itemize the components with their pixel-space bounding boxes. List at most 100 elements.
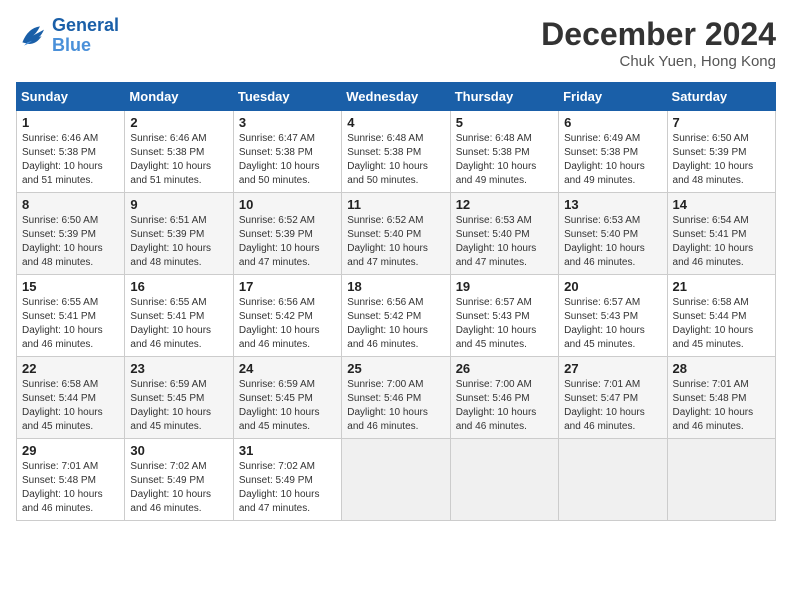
table-row: 27 Sunrise: 7:01 AM Sunset: 5:47 PM Dayli… — [559, 357, 667, 439]
day-number: 7 — [673, 115, 770, 130]
day-number: 11 — [347, 197, 444, 212]
table-row: 26 Sunrise: 7:00 AM Sunset: 5:46 PM Dayli… — [450, 357, 558, 439]
calendar-week-row: 8Sunrise: 6:50 AM Sunset: 5:39 PM Daylig… — [17, 193, 776, 275]
table-row: 17 Sunrise: 6:56 AM Sunset: 5:42 PM Dayli… — [233, 275, 341, 357]
col-friday: Friday — [559, 83, 667, 111]
table-row: 31 Sunrise: 7:02 AM Sunset: 5:49 PM Dayli… — [233, 439, 341, 521]
table-row: 24 Sunrise: 6:59 AM Sunset: 5:45 PM Dayli… — [233, 357, 341, 439]
logo-general: General — [52, 15, 119, 35]
table-row — [450, 439, 558, 521]
calendar-week-row: 22Sunrise: 6:58 AM Sunset: 5:44 PM Dayli… — [17, 357, 776, 439]
day-info: Sunrise: 6:47 AM Sunset: 5:38 PM Dayligh… — [239, 132, 336, 188]
col-tuesday: Tuesday — [233, 83, 341, 111]
day-info: Sunrise: 6:57 AM Sunset: 5:43 PM Dayligh… — [564, 296, 661, 352]
table-row: 5 Sunrise: 6:48 AM Sunset: 5:38 PM Daylig… — [450, 111, 558, 193]
day-number: 30 — [130, 443, 227, 458]
day-info: Sunrise: 6:56 AM Sunset: 5:42 PM Dayligh… — [347, 296, 444, 352]
calendar-table: Sunday Monday Tuesday Wednesday Thursday… — [16, 82, 776, 521]
day-info: Sunrise: 6:46 AM Sunset: 5:38 PM Dayligh… — [130, 132, 227, 188]
calendar-week-row: 29 Sunrise: 7:01 AM Sunset: 5:48 PM Dayli… — [17, 439, 776, 521]
table-row: 10Sunrise: 6:52 AM Sunset: 5:39 PM Dayli… — [233, 193, 341, 275]
day-number: 1 — [22, 115, 119, 130]
table-row: 16 Sunrise: 6:55 AM Sunset: 5:41 PM Dayli… — [125, 275, 233, 357]
table-row: 8Sunrise: 6:50 AM Sunset: 5:39 PM Daylig… — [17, 193, 125, 275]
day-number: 13 — [564, 197, 661, 212]
day-number: 10 — [239, 197, 336, 212]
table-row — [559, 439, 667, 521]
day-number: 29 — [22, 443, 119, 458]
day-info: Sunrise: 6:46 AM Sunset: 5:38 PM Dayligh… — [22, 132, 119, 188]
day-number: 24 — [239, 361, 336, 376]
day-number: 19 — [456, 279, 553, 294]
logo: General Blue — [16, 16, 119, 56]
logo-blue: Blue — [52, 35, 91, 55]
table-row: 20 Sunrise: 6:57 AM Sunset: 5:43 PM Dayli… — [559, 275, 667, 357]
page-header: General Blue December 2024 Chuk Yuen, Ho… — [16, 16, 776, 70]
table-row: 9 Sunrise: 6:51 AM Sunset: 5:39 PM Daylig… — [125, 193, 233, 275]
day-info: Sunrise: 6:55 AM Sunset: 5:41 PM Dayligh… — [130, 296, 227, 352]
day-info: Sunrise: 7:00 AM Sunset: 5:46 PM Dayligh… — [347, 378, 444, 434]
day-info: Sunrise: 6:59 AM Sunset: 5:45 PM Dayligh… — [239, 378, 336, 434]
table-row: 4 Sunrise: 6:48 AM Sunset: 5:38 PM Daylig… — [342, 111, 450, 193]
table-row: 25 Sunrise: 7:00 AM Sunset: 5:46 PM Dayli… — [342, 357, 450, 439]
calendar-header-row: Sunday Monday Tuesday Wednesday Thursday… — [17, 83, 776, 111]
day-info: Sunrise: 7:01 AM Sunset: 5:47 PM Dayligh… — [564, 378, 661, 434]
day-number: 31 — [239, 443, 336, 458]
day-info: Sunrise: 6:57 AM Sunset: 5:43 PM Dayligh… — [456, 296, 553, 352]
day-number: 27 — [564, 361, 661, 376]
table-row: 19 Sunrise: 6:57 AM Sunset: 5:43 PM Dayli… — [450, 275, 558, 357]
day-number: 23 — [130, 361, 227, 376]
main-title: December 2024 — [541, 16, 776, 53]
day-number: 17 — [239, 279, 336, 294]
logo-text: General Blue — [52, 16, 119, 56]
day-number: 21 — [673, 279, 770, 294]
table-row: 28 Sunrise: 7:01 AM Sunset: 5:48 PM Dayli… — [667, 357, 775, 439]
table-row: 29 Sunrise: 7:01 AM Sunset: 5:48 PM Dayli… — [17, 439, 125, 521]
day-number: 20 — [564, 279, 661, 294]
day-info: Sunrise: 7:02 AM Sunset: 5:49 PM Dayligh… — [239, 460, 336, 516]
day-info: Sunrise: 6:53 AM Sunset: 5:40 PM Dayligh… — [564, 214, 661, 270]
table-row: 22Sunrise: 6:58 AM Sunset: 5:44 PM Dayli… — [17, 357, 125, 439]
day-info: Sunrise: 7:00 AM Sunset: 5:46 PM Dayligh… — [456, 378, 553, 434]
table-row: 15 Sunrise: 6:55 AM Sunset: 5:41 PM Dayli… — [17, 275, 125, 357]
day-number: 28 — [673, 361, 770, 376]
day-info: Sunrise: 6:59 AM Sunset: 5:45 PM Dayligh… — [130, 378, 227, 434]
day-info: Sunrise: 6:48 AM Sunset: 5:38 PM Dayligh… — [347, 132, 444, 188]
day-info: Sunrise: 6:51 AM Sunset: 5:39 PM Dayligh… — [130, 214, 227, 270]
day-info: Sunrise: 7:01 AM Sunset: 5:48 PM Dayligh… — [22, 460, 119, 516]
day-number: 14 — [673, 197, 770, 212]
day-info: Sunrise: 6:50 AM Sunset: 5:39 PM Dayligh… — [22, 214, 119, 270]
day-number: 26 — [456, 361, 553, 376]
day-info: Sunrise: 6:52 AM Sunset: 5:40 PM Dayligh… — [347, 214, 444, 270]
table-row: 2Sunrise: 6:46 AM Sunset: 5:38 PM Daylig… — [125, 111, 233, 193]
table-row — [342, 439, 450, 521]
table-row: 21 Sunrise: 6:58 AM Sunset: 5:44 PM Dayli… — [667, 275, 775, 357]
day-number: 6 — [564, 115, 661, 130]
day-number: 4 — [347, 115, 444, 130]
table-row: 12 Sunrise: 6:53 AM Sunset: 5:40 PM Dayli… — [450, 193, 558, 275]
day-info: Sunrise: 6:55 AM Sunset: 5:41 PM Dayligh… — [22, 296, 119, 352]
day-info: Sunrise: 6:53 AM Sunset: 5:40 PM Dayligh… — [456, 214, 553, 270]
day-number: 3 — [239, 115, 336, 130]
day-number: 12 — [456, 197, 553, 212]
day-info: Sunrise: 6:48 AM Sunset: 5:38 PM Dayligh… — [456, 132, 553, 188]
table-row: 18Sunrise: 6:56 AM Sunset: 5:42 PM Dayli… — [342, 275, 450, 357]
table-row: 3 Sunrise: 6:47 AM Sunset: 5:38 PM Daylig… — [233, 111, 341, 193]
day-number: 16 — [130, 279, 227, 294]
table-row: 23 Sunrise: 6:59 AM Sunset: 5:45 PM Dayli… — [125, 357, 233, 439]
day-info: Sunrise: 6:50 AM Sunset: 5:39 PM Dayligh… — [673, 132, 770, 188]
day-info: Sunrise: 7:01 AM Sunset: 5:48 PM Dayligh… — [673, 378, 770, 434]
table-row: 7 Sunrise: 6:50 AM Sunset: 5:39 PM Daylig… — [667, 111, 775, 193]
col-wednesday: Wednesday — [342, 83, 450, 111]
col-sunday: Sunday — [17, 83, 125, 111]
table-row: 14 Sunrise: 6:54 AM Sunset: 5:41 PM Dayli… — [667, 193, 775, 275]
day-number: 25 — [347, 361, 444, 376]
day-number: 15 — [22, 279, 119, 294]
day-number: 9 — [130, 197, 227, 212]
day-info: Sunrise: 6:58 AM Sunset: 5:44 PM Dayligh… — [673, 296, 770, 352]
day-info: Sunrise: 6:54 AM Sunset: 5:41 PM Dayligh… — [673, 214, 770, 270]
day-info: Sunrise: 6:56 AM Sunset: 5:42 PM Dayligh… — [239, 296, 336, 352]
table-row: 1 Sunrise: 6:46 AM Sunset: 5:38 PM Daylig… — [17, 111, 125, 193]
day-number: 5 — [456, 115, 553, 130]
table-row — [667, 439, 775, 521]
